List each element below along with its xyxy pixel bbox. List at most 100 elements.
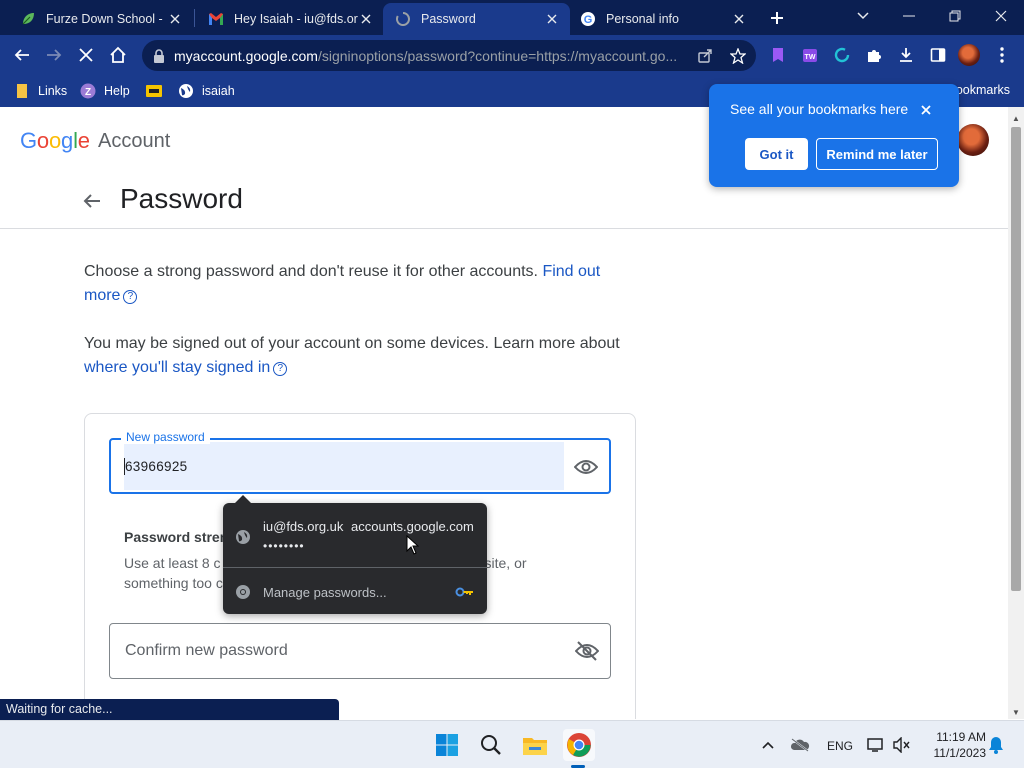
tab-strip: Furze Down School - H Hey Isaiah - iu@fd… [0,0,1024,35]
help-circle-icon: ? [273,362,288,376]
svg-text:Z: Z [85,87,91,98]
svg-text:G: G [584,14,593,26]
back-arrow-icon[interactable] [80,189,104,213]
loading-icon [395,11,411,27]
hide-password-eye-icon[interactable] [574,638,600,664]
page-content: Google Account Password Choose a strong … [0,107,1008,719]
bookmark-help[interactable]: Z Help [80,82,130,100]
chevron-up-icon[interactable] [758,735,778,755]
google-icon: G [580,11,596,27]
clock-time: 11:19 AM [936,730,986,744]
header-divider [0,228,1008,229]
stop-loading-icon[interactable] [74,43,98,67]
new-password-input[interactable]: 63966925 [123,458,187,475]
scroll-up-icon[interactable]: ▲ [1008,111,1024,125]
close-icon[interactable] [917,101,935,119]
close-tab-icon[interactable] [358,11,374,27]
suggestion-username: iu@fds.org.uk [263,519,344,534]
back-icon[interactable] [10,43,34,67]
tab-personal-info[interactable]: G Personal info [570,3,757,35]
extension-purple-icon[interactable] [766,43,790,67]
tab-furze-down[interactable]: Furze Down School - H [0,3,193,35]
confirm-password-placeholder: Confirm new password [125,642,288,659]
file-explorer-icon[interactable] [519,729,551,761]
chrome-icon[interactable] [563,729,595,761]
bookmark-label: Links [38,84,68,98]
minimize-icon[interactable] [894,4,924,28]
remind-me-later-button[interactable]: Remind me later [816,138,938,170]
system-clock[interactable]: 11:19 AM 11/1/2023 [920,729,987,761]
where-signed-in-link[interactable]: where you'll stay signed in? [84,359,288,376]
windows-taskbar: ENG 11:19 AM 11/1/2023 [0,720,1024,768]
share-icon[interactable] [696,47,714,65]
help-circle-icon: ? [123,290,138,304]
clock-date: 11/1/2023 [933,746,987,760]
suggestion-site: accounts.google.com [351,519,474,534]
show-password-eye-icon[interactable] [573,454,599,480]
new-password-label: New password [121,430,210,444]
close-tab-icon[interactable] [544,11,560,27]
account-avatar[interactable] [957,124,989,156]
manage-passwords-item[interactable]: Manage passwords... [223,577,487,607]
language-indicator[interactable]: ENG [827,739,853,753]
tab-password[interactable]: Password [383,3,570,35]
onedrive-offline-icon[interactable] [790,735,810,755]
search-icon[interactable] [475,729,507,761]
close-tab-icon[interactable] [731,11,747,27]
new-tab-button[interactable] [766,7,788,29]
bookmark-label: isaiah [202,84,235,98]
address-bar[interactable]: myaccount.google.com/signinoptions/passw… [142,40,756,71]
got-it-button[interactable]: Got it [745,138,808,170]
bookmark-isaiah[interactable]: isaiah [178,82,235,100]
bookmark-links[interactable]: Links [14,82,67,100]
svg-text:TW: TW [805,54,816,61]
notification-bell-icon[interactable] [986,735,1006,755]
close-window-icon[interactable] [986,4,1016,28]
account-label[interactable]: Account [98,130,170,153]
windows-start-icon[interactable] [431,729,463,761]
password-autofill-popup: iu@fds.org.uk accounts.google.com ••••••… [223,495,487,614]
download-icon[interactable] [894,43,918,67]
star-icon[interactable] [729,47,747,65]
bookmark-yellow-icon [146,83,162,99]
bookmark-yellow[interactable] [146,82,170,100]
manage-passwords-label: Manage passwords... [263,585,387,600]
bookmarks-tip-bubble: See all your bookmarks here Got it Remin… [709,84,959,187]
scroll-down-icon[interactable]: ▼ [1008,705,1024,719]
all-bookmarks-label[interactable]: ookmarks [956,83,1010,97]
restore-icon[interactable] [940,4,970,28]
mouse-cursor-icon [406,535,419,555]
close-tab-icon[interactable] [167,11,183,27]
home-icon[interactable] [106,43,130,67]
google-logo[interactable]: Google [20,128,90,154]
extensions-puzzle-icon[interactable] [862,43,886,67]
browser-toolbar: myaccount.google.com/signinoptions/passw… [0,35,1024,75]
bubble-text: See all your bookmarks here [730,101,909,117]
scrollbar-thumb[interactable] [1011,127,1021,591]
globe-icon [236,530,250,544]
volume-muted-icon[interactable] [892,735,912,755]
gmail-icon [208,11,224,27]
menu-kebab-icon[interactable] [990,43,1014,67]
bookmark-label: Help [104,84,130,98]
profile-avatar[interactable] [957,43,981,67]
signout-paragraph: You may be signed out of your account on… [84,335,620,376]
network-icon[interactable] [866,735,886,755]
tab-title: Hey Isaiah - iu@fds.or [234,12,358,26]
tab-gmail[interactable]: Hey Isaiah - iu@fds.or [194,3,384,35]
folder-icon [14,83,30,99]
suggestion-masked-password: •••••••• [263,539,305,553]
extension-tw-icon[interactable]: TW [798,43,822,67]
help-icon: Z [80,83,96,99]
tab-title: Personal info [606,12,679,26]
url-path: /signinoptions/password?continue=https:/… [317,48,678,64]
confirm-password-field[interactable]: Confirm new password [109,623,611,679]
tab-search-icon[interactable] [848,4,878,28]
lock-icon[interactable] [150,47,168,65]
forward-icon[interactable] [42,43,66,67]
side-panel-icon[interactable] [926,43,950,67]
extension-refresh-icon[interactable] [830,43,854,67]
saved-password-suggestion[interactable]: iu@fds.org.uk accounts.google.com ••••••… [223,509,487,563]
password-strength-title: Password stren [124,529,229,545]
new-password-field[interactable]: New password 63966925 [109,430,611,494]
